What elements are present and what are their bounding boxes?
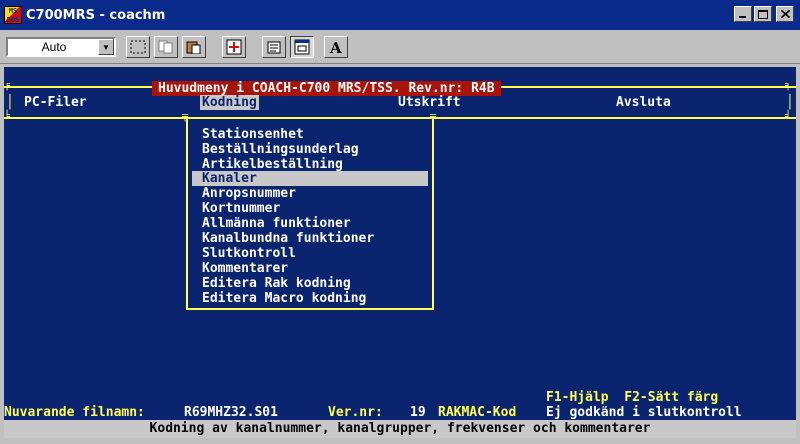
kodning-dropdown: Stationsenhet Beställningsunderlag Artik… (186, 117, 434, 310)
dropdown-item-editera-macro[interactable]: Editera Macro kodning (202, 291, 366, 306)
corner-marker: ╘ (4, 111, 11, 122)
properties-icon (267, 41, 281, 54)
title-bar: MS DOS C700MRS - coachm (0, 0, 800, 30)
dropdown-item-artikelbestallning[interactable]: Artikelbeställning (202, 157, 343, 172)
svg-text:A: A (329, 39, 342, 55)
font-size-select[interactable]: Auto ▼ (6, 37, 116, 57)
font-icon: A (329, 39, 342, 55)
chevron-down-icon[interactable]: ▼ (98, 39, 114, 55)
dropdown-item-kanaler[interactable]: Kanaler (192, 171, 428, 186)
maximize-icon (758, 9, 768, 19)
main-header: Huvudmeny i COACH-C700 MRS/TSS. Rev.nr: … (152, 81, 501, 96)
current-filename: R69MHZ32.S01 (184, 405, 278, 420)
minimize-icon (739, 16, 746, 18)
paste-button[interactable] (182, 36, 206, 58)
console-window[interactable]: ╒ ╕ Huvudmeny i COACH-C700 MRS/TSS. Rev.… (4, 67, 796, 438)
dropdown-item-editera-rak[interactable]: Editera Rak kodning (202, 276, 351, 291)
menu-avsluta[interactable]: Avsluta (616, 95, 671, 110)
control-status: Ej godkänd i slutkontroll (546, 405, 742, 420)
mark-button[interactable] (126, 36, 150, 58)
toolbar: Auto ▼ A (0, 30, 800, 64)
dropdown-item-stationsenhet[interactable]: Stationsenhet (202, 127, 304, 142)
dropdown-item-kortnummer[interactable]: Kortnummer (202, 201, 280, 216)
minimize-button[interactable] (734, 6, 752, 22)
window-title: C700MRS - coachm (26, 7, 166, 23)
version-label: Ver.nr: (328, 405, 383, 420)
mark-icon (130, 40, 146, 54)
app-icon[interactable]: MS DOS (4, 6, 22, 24)
dropdown-item-bestallningsunderlag[interactable]: Beställningsunderlag (202, 142, 359, 157)
fullscreen-icon (226, 39, 242, 55)
close-button[interactable] (776, 6, 794, 22)
current-filename-label: Nuvarande filnamn: (4, 405, 145, 420)
dropdown-item-kommentarer[interactable]: Kommentarer (202, 261, 288, 276)
background-icon (294, 39, 310, 55)
properties-button[interactable] (262, 36, 286, 58)
maximize-button[interactable] (754, 6, 772, 22)
corner-marker: ╛ (785, 111, 792, 122)
copy-button[interactable] (154, 36, 178, 58)
corner-marker: ╕ (785, 80, 792, 91)
font-button[interactable]: A (324, 36, 348, 58)
dropdown-item-kanalbundna-funktioner[interactable]: Kanalbundna funktioner (202, 231, 374, 246)
window-controls (734, 6, 794, 22)
menu-pc-filer[interactable]: PC-Filer (24, 95, 87, 110)
fullscreen-button[interactable] (222, 36, 246, 58)
menu-utskrift[interactable]: Utskrift (398, 95, 461, 110)
dropdown-item-allmanna-funktioner[interactable]: Allmänna funktioner (202, 216, 351, 231)
status-bar: Kodning av kanalnummer, kanalgrupper, fr… (4, 420, 796, 438)
paste-icon (186, 41, 201, 54)
version-number: 19 (410, 405, 426, 420)
copy-icon (158, 40, 173, 54)
menu-right-bar: │ (786, 95, 794, 110)
dropdown-item-anropsnummer[interactable]: Anropsnummer (202, 186, 296, 201)
coding-mode: RAKMAC-Kod (438, 405, 517, 420)
close-icon (780, 10, 790, 18)
corner-marker: ╒ (4, 80, 11, 91)
menu-left-bar: │ (6, 95, 14, 110)
dropdown-item-slutkontroll[interactable]: Slutkontroll (202, 246, 296, 261)
function-keys-help: F1-Hjälp F2-Sätt färg (546, 390, 719, 405)
menu-kodning[interactable]: Kodning (200, 95, 259, 110)
background-button[interactable] (290, 36, 314, 58)
